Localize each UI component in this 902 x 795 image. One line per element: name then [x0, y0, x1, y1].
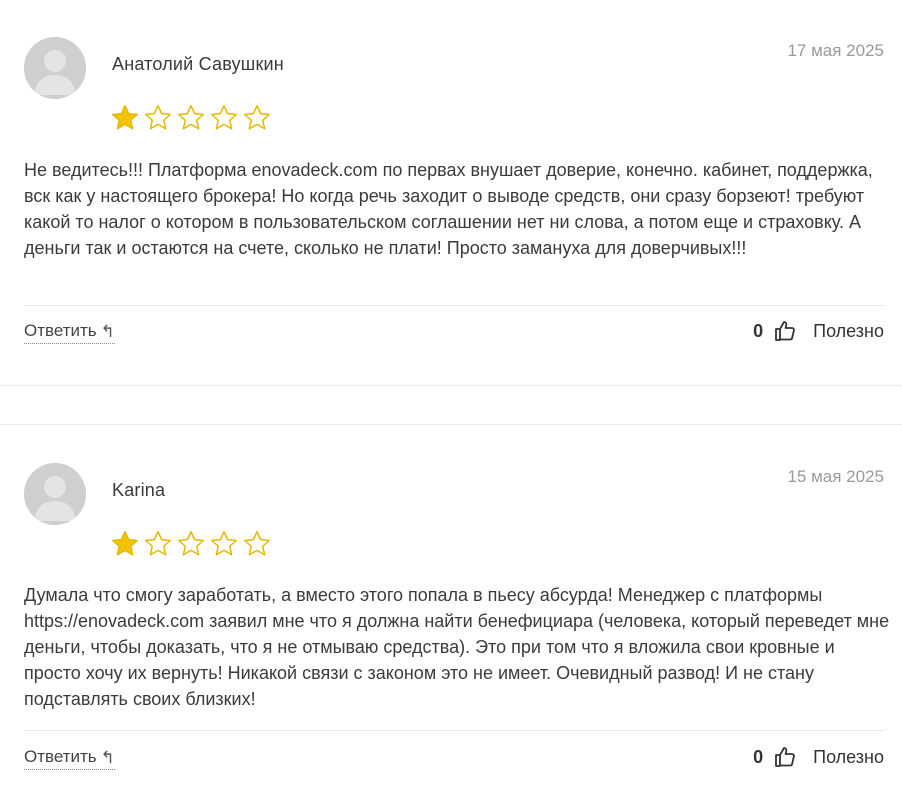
star-rating — [110, 529, 272, 559]
reply-arrow-icon: ↰ — [100, 321, 115, 341]
helpful-count: 0 — [753, 320, 764, 341]
star-icon — [211, 105, 237, 130]
star-icon — [145, 531, 171, 556]
star-icon — [112, 105, 138, 130]
review-card: Анатолий Савушкин 17 мая 2025 Не ведитес… — [0, 0, 902, 386]
helpful-button[interactable]: Полезно — [813, 321, 884, 342]
star-rating — [110, 103, 272, 133]
divider — [24, 730, 884, 731]
star-icon — [244, 105, 270, 130]
thumbs-up-icon[interactable] — [773, 319, 797, 343]
review-date: 17 мая 2025 — [787, 41, 884, 60]
star-icon — [178, 105, 204, 130]
review-text: Думала что смогу заработать, а вместо эт… — [24, 585, 890, 709]
review-date: 15 мая 2025 — [787, 467, 884, 486]
review-card: Karina 15 мая 2025 Думала что смогу зара… — [0, 424, 902, 795]
review-text: Не ведитесь!!! Платформа enovadeck.com п… — [24, 160, 873, 258]
reply-button[interactable]: Ответить ↰ — [24, 321, 115, 344]
reply-button[interactable]: Ответить ↰ — [24, 747, 115, 770]
helpful-button[interactable]: Полезно — [813, 747, 884, 768]
star-icon — [112, 531, 138, 556]
divider — [24, 305, 884, 306]
reply-label: Ответить — [24, 321, 97, 340]
star-icon — [211, 531, 237, 556]
review-author: Karina — [112, 480, 166, 500]
avatar-icon — [24, 463, 86, 525]
avatar-icon — [24, 37, 86, 99]
star-icon — [244, 531, 270, 556]
helpful-count: 0 — [753, 746, 764, 767]
thumbs-up-icon[interactable] — [773, 745, 797, 769]
helpful-control: 0 Полезно — [753, 319, 884, 343]
review-author: Анатолий Савушкин — [112, 54, 284, 74]
helpful-control: 0 Полезно — [753, 745, 884, 769]
star-icon — [145, 105, 171, 130]
reply-arrow-icon: ↰ — [100, 747, 115, 767]
star-icon — [178, 531, 204, 556]
reply-label: Ответить — [24, 747, 97, 766]
